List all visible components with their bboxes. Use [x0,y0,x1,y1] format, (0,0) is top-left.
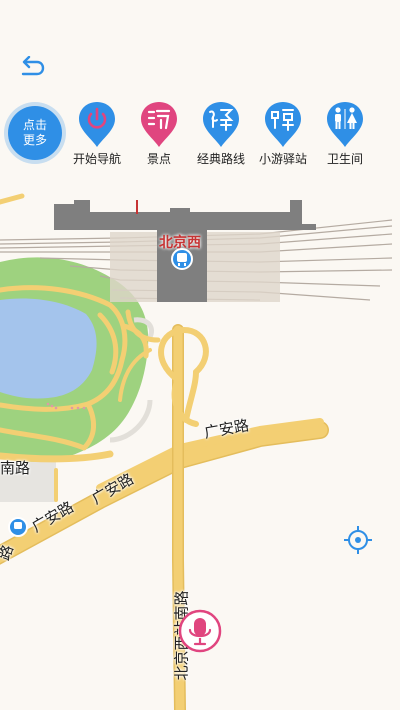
power-icon [79,102,115,147]
category-label: 小游驿站 [258,152,307,166]
classic-route-icon [203,102,239,147]
status-bar [0,0,400,28]
category-attractions[interactable]: 景点 [128,100,190,168]
more-label-line1: 点击 [22,118,47,132]
voice-button[interactable] [177,608,223,654]
category-label: 景点 [146,152,171,166]
more-label-line2: 更多 [22,133,47,147]
category-toolbar: 点击 更多 开始导航 景点 经典路线 小游驿站 卫生间 [0,98,400,170]
map-app: 北京西 广安路 广安路 广安路 南路 路 北京西站南路 点击 更多 开始导航 [0,0,400,710]
more-button[interactable]: 点击 更多 [8,106,62,160]
restroom-icon [327,102,363,147]
microphone-icon [178,609,222,653]
lake-area [0,298,97,399]
category-restrooms[interactable]: 卫生间 [314,100,376,168]
station-name-label[interactable]: 北京西 [159,232,201,252]
back-button[interactable] [10,52,54,82]
locate-crosshair-icon [344,526,372,554]
back-arrow-icon [21,56,45,76]
category-tourist-stations[interactable]: 小游驿站 [252,100,314,168]
category-start-navigation[interactable]: 开始导航 [66,100,128,168]
subway-marker-lower [8,517,28,537]
station-marker [171,248,193,270]
category-classic-routes[interactable]: 经典路线 [190,100,252,168]
tourist-station-icon [265,102,301,147]
attraction-icon [141,102,177,147]
category-label: 开始导航 [72,152,121,166]
category-label: 经典路线 [196,152,245,166]
locate-button[interactable] [342,524,374,556]
category-label: 卫生间 [326,152,363,166]
road-label-south: 南路 [0,459,31,477]
